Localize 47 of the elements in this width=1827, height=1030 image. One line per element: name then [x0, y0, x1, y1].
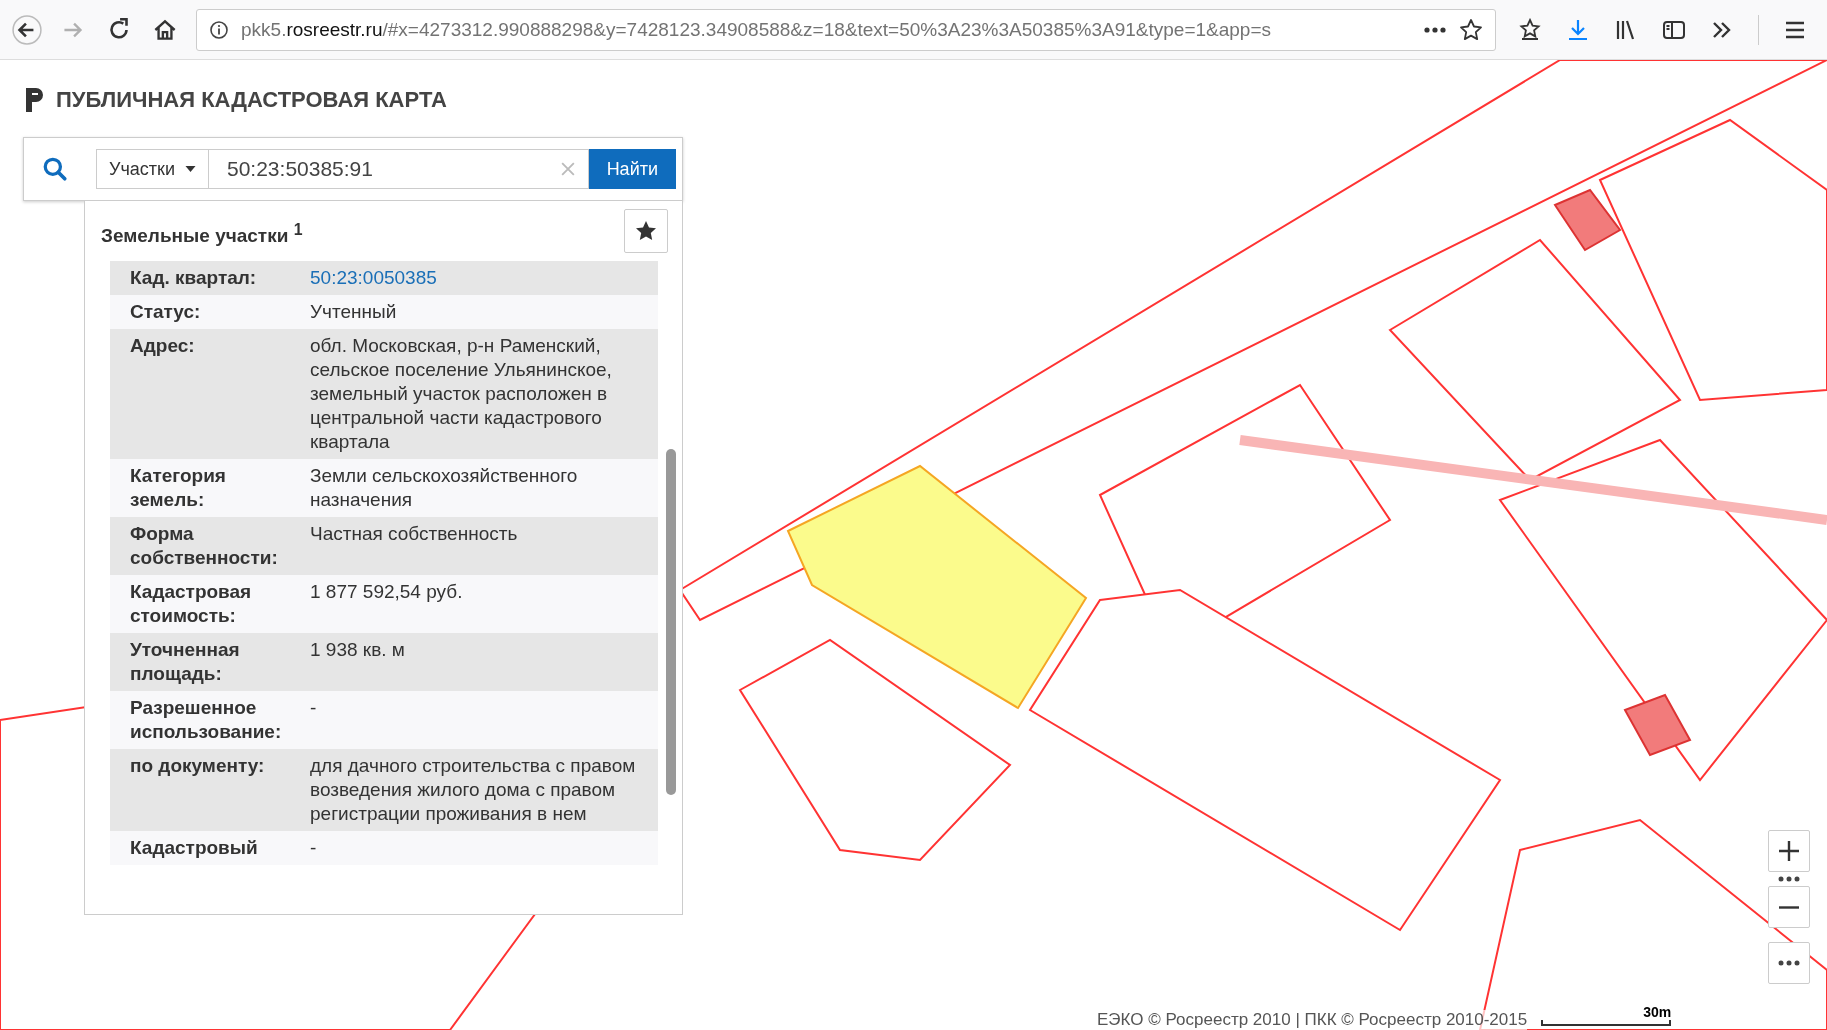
field-value: обл. Московская, р-н Раменский, сельское поселение Ульянинское, земельный участок расположен в центральной части кадастрового квартала — [310, 334, 613, 454]
field-value: Частная собственность — [310, 522, 519, 546]
attribution-text: ЕЭКО © Росреестр 2010 | ПКК © Росреестр 2010-2015 — [1097, 1010, 1528, 1030]
field-label: Категория земель: — [130, 464, 227, 512]
field-value: Земли сельскохозяйственного назначения — [310, 464, 579, 512]
category-dropdown[interactable]: Участки — [96, 149, 209, 189]
bookmark-star-icon[interactable] — [1459, 17, 1483, 42]
favorite-button[interactable] — [624, 209, 668, 253]
dots-icon — [1777, 876, 1801, 882]
field-value: для дачного строительства с правом возведения жилого дома с правом регистрации проживания в нем — [310, 754, 637, 826]
quarter-link[interactable]: 50:23:0050385 — [310, 266, 658, 290]
results-heading: Земельные участки $^{1}$ — [101, 221, 303, 248]
field-value: - — [310, 836, 318, 860]
plus-icon — [1777, 839, 1801, 863]
more-icon — [1777, 960, 1801, 966]
field-label: Разрешенное использование: — [130, 696, 283, 744]
logo-icon — [24, 86, 44, 114]
field-value: 1 938 кв. м — [310, 638, 406, 662]
field-label: по документу: — [130, 754, 266, 778]
scrollbar-thumb[interactable] — [666, 449, 676, 795]
address-bar[interactable]: pkk5.rosreestr.ru/#x=4273312.990888298&y=7428123.34908588&z=18&text=50%3A23%3A50385%3A91&type=1&app=s — [196, 8, 1496, 51]
find-button[interactable]: Найти — [588, 149, 676, 189]
field-label: Статус: — [130, 300, 202, 324]
field-label: Адрес: — [130, 334, 196, 358]
field-value: Учтенный — [310, 300, 398, 324]
search-field[interactable]: 50:23:50385:91 — [209, 149, 589, 189]
field-label: Кадастровая стоимость: — [130, 580, 253, 628]
field-label: Уточненная площадь: — [130, 638, 241, 686]
field-label: Кадастровый — [130, 836, 259, 860]
zoom-out-button[interactable] — [1768, 886, 1810, 928]
info-icon[interactable] — [209, 19, 229, 40]
caret-icon — [185, 166, 196, 172]
scale-label: 30m — [1643, 1004, 1672, 1020]
download-icon[interactable] — [1566, 17, 1590, 42]
field-value: - — [310, 696, 318, 720]
app-title: ПУБЛИЧНАЯ КАДАСТРОВАЯ КАРТА — [56, 87, 447, 113]
more-button[interactable] — [1768, 942, 1810, 984]
zoom-in-button[interactable] — [1768, 830, 1810, 872]
field-label: Форма собственности: — [130, 522, 279, 570]
field-label: Кад. квартал: — [130, 266, 258, 290]
minus-icon — [1777, 905, 1801, 909]
star-icon — [634, 219, 658, 243]
search-icon[interactable] — [42, 156, 68, 182]
field-value: 1 877 592,54 руб. — [310, 580, 464, 604]
url-text: pkk5.rosreestr.ru/#x=4273312.990888298&y=7428123.34908588&z=18&text=50%3A23%3A50385%3A91&type=1&app=s — [241, 18, 1272, 41]
back-icon — [12, 14, 42, 45]
more-icon[interactable] — [1423, 25, 1447, 34]
